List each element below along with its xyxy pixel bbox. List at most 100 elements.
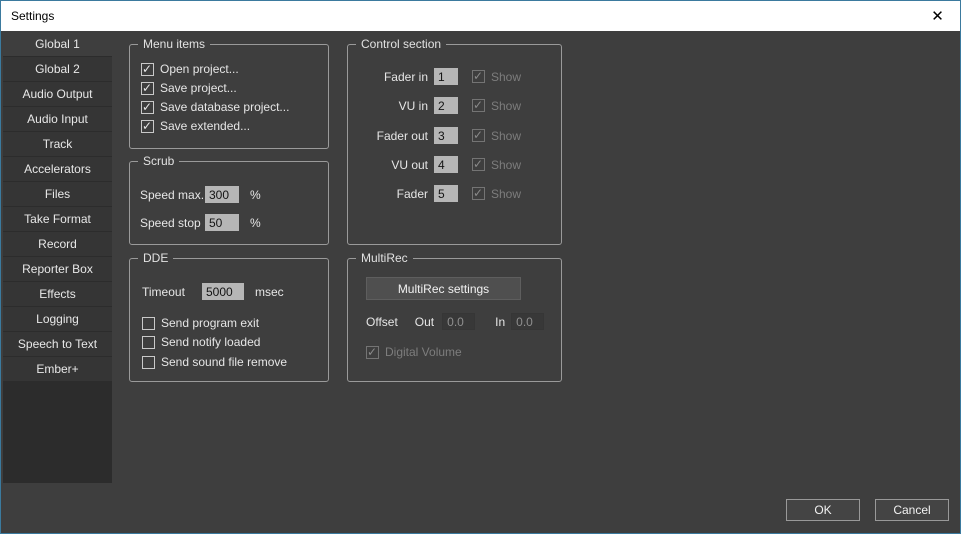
checkbox-icon [366,346,379,359]
ok-button[interactable]: OK [786,499,860,521]
sidebar-item-global-2[interactable]: Global 2 [3,57,112,81]
checkbox-icon [142,336,155,349]
close-icon[interactable]: ✕ [915,1,960,30]
fader-out-show-checkbox: Show [472,129,521,143]
fader-input[interactable]: 5 [434,185,458,202]
checkbox-label: Save database project... [160,100,289,114]
offset-row: Offset Out 0.0 In 0.0 [366,313,556,330]
scrub-group: Scrub Speed max. 300 % Speed stop 50 % [129,161,329,245]
menu-items-group-title: Menu items [138,37,210,51]
checkbox-send-notify-loaded[interactable]: Send notify loaded [142,335,260,349]
checkbox-label: Save project... [160,81,237,95]
speed-max-label: Speed max. [140,188,205,202]
sidebar-item-audio-input[interactable]: Audio Input [3,107,112,131]
vu-out-row: VU out 4 Show [348,156,558,173]
cancel-button[interactable]: Cancel [875,499,949,521]
control-section-group: Control section Fader in 1 Show VU in 2 … [347,44,562,245]
sidebar-item-logging[interactable]: Logging [3,307,112,331]
settings-dialog: Settings ✕ Global 1 Global 2 Audio Outpu… [0,0,961,534]
digital-volume-checkbox: Digital Volume [366,345,462,359]
vu-out-label: VU out [348,158,428,172]
speed-stop-unit: % [250,216,261,230]
sidebar-item-global-1[interactable]: Global 1 [3,32,112,56]
fader-label: Fader [348,187,428,201]
checkbox-icon [142,356,155,369]
checkbox-icon [141,120,154,133]
checkbox-icon [472,187,485,200]
checkbox-label: Send notify loaded [161,335,260,349]
fader-out-row: Fader out 3 Show [348,127,558,144]
sidebar-item-speech-to-text[interactable]: Speech to Text [3,332,112,356]
vu-in-input[interactable]: 2 [434,97,458,114]
checkbox-save-extended[interactable]: Save extended... [141,119,250,133]
checkbox-icon [472,70,485,83]
checkbox-label: Send program exit [161,316,259,330]
timeout-input[interactable]: 5000 [202,283,244,300]
fader-in-row: Fader in 1 Show [348,68,558,85]
multirec-group-title: MultiRec [356,251,413,265]
checkbox-save-project[interactable]: Save project... [141,81,237,95]
sidebar-item-effects[interactable]: Effects [3,282,112,306]
checkbox-icon [472,129,485,142]
vu-out-show-checkbox: Show [472,158,521,172]
checkbox-icon [472,158,485,171]
vu-in-show-checkbox: Show [472,99,521,113]
speed-max-unit: % [250,188,261,202]
speed-max-row: Speed max. 300 % [140,186,320,203]
scrub-group-title: Scrub [138,154,179,168]
settings-category-sidebar: Global 1 Global 2 Audio Output Audio Inp… [3,32,112,483]
sidebar-item-track[interactable]: Track [3,132,112,156]
offset-label: Offset [366,315,398,329]
checkbox-icon [141,101,154,114]
sidebar-item-audio-output[interactable]: Audio Output [3,82,112,106]
checkbox-open-project[interactable]: Open project... [141,62,239,76]
multirec-group: MultiRec MultiRec settings Offset Out 0.… [347,258,562,382]
offset-in-input: 0.0 [511,313,544,330]
show-label: Show [491,70,521,84]
fader-out-label: Fader out [348,129,428,143]
checkbox-label: Save extended... [160,119,250,133]
dialog-body: Global 1 Global 2 Audio Output Audio Inp… [2,31,959,532]
fader-in-show-checkbox: Show [472,70,521,84]
control-section-group-title: Control section [356,37,446,51]
fader-in-input[interactable]: 1 [434,68,458,85]
checkbox-icon [472,99,485,112]
vu-in-row: VU in 2 Show [348,97,558,114]
timeout-row: Timeout 5000 msec [142,283,322,300]
vu-out-input[interactable]: 4 [434,156,458,173]
speed-stop-label: Speed stop [140,216,205,230]
offset-out-label: Out [415,315,434,329]
sidebar-item-take-format[interactable]: Take Format [3,207,112,231]
offset-out-input: 0.0 [442,313,475,330]
checkbox-icon [141,82,154,95]
sidebar-item-record[interactable]: Record [3,232,112,256]
sidebar-item-accelerators[interactable]: Accelerators [3,157,112,181]
fader-show-checkbox: Show [472,187,521,201]
checkbox-send-sound-file-remove[interactable]: Send sound file remove [142,355,287,369]
sidebar-item-ember[interactable]: Ember+ [3,357,112,381]
sidebar-item-files[interactable]: Files [3,182,112,206]
checkbox-label: Open project... [160,62,239,76]
checkbox-icon [141,63,154,76]
menu-items-group: Menu items Open project... Save project.… [129,44,329,149]
dde-group-title: DDE [138,251,173,265]
checkbox-icon [142,317,155,330]
show-label: Show [491,187,521,201]
fader-in-label: Fader in [348,70,428,84]
sidebar-item-reporter-box[interactable]: Reporter Box [3,257,112,281]
offset-in-label: In [495,315,505,329]
timeout-unit: msec [255,285,284,299]
speed-max-input[interactable]: 300 [205,186,239,203]
speed-stop-row: Speed stop 50 % [140,214,320,231]
speed-stop-input[interactable]: 50 [205,214,239,231]
show-label: Show [491,158,521,172]
checkbox-label: Digital Volume [385,345,462,359]
checkbox-save-database-project[interactable]: Save database project... [141,100,289,114]
window-title: Settings [1,9,54,23]
fader-out-input[interactable]: 3 [434,127,458,144]
show-label: Show [491,129,521,143]
fader-row: Fader 5 Show [348,185,558,202]
checkbox-send-program-exit[interactable]: Send program exit [142,316,259,330]
checkbox-label: Send sound file remove [161,355,287,369]
multirec-settings-button[interactable]: MultiRec settings [366,277,521,300]
